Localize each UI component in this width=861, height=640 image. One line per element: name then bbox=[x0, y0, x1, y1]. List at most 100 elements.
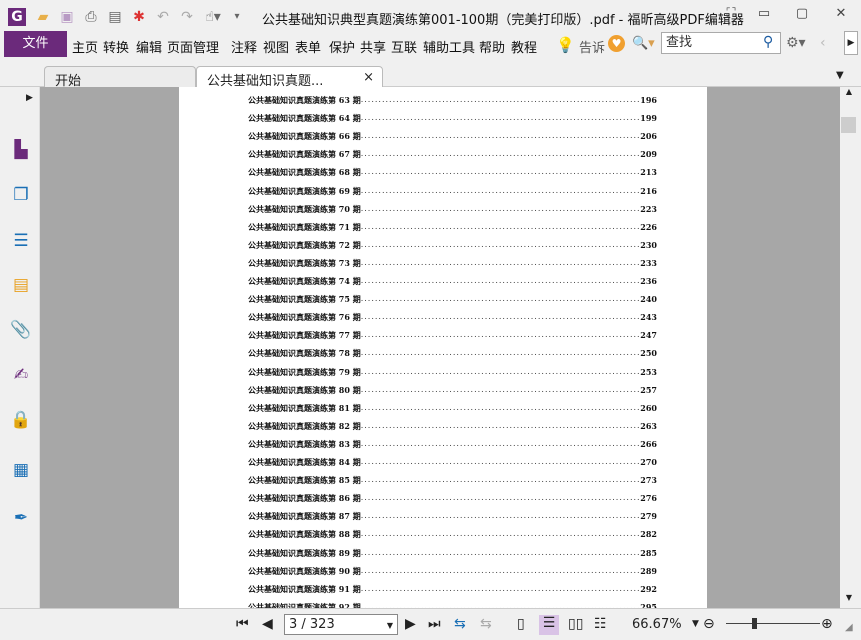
toc-entry[interactable]: 公共基础知识真题演练第 76 期........................… bbox=[248, 312, 657, 326]
menu-item[interactable]: 视图 bbox=[263, 37, 289, 56]
next-page-button[interactable]: ▶ bbox=[405, 616, 416, 632]
close-icon[interactable]: × bbox=[363, 70, 374, 85]
zoom-slider[interactable] bbox=[726, 623, 820, 624]
close-button[interactable]: ✕ bbox=[832, 6, 850, 24]
menu-item[interactable]: 转换 bbox=[103, 37, 129, 56]
toc-entry[interactable]: 公共基础知识真题演练第 74 期........................… bbox=[248, 276, 657, 290]
menu-item[interactable]: 互联 bbox=[391, 37, 417, 56]
toc-entry[interactable]: 公共基础知识真题演练第 84 期........................… bbox=[248, 457, 657, 471]
toc-entry[interactable]: 公共基础知识真题演练第 75 期........................… bbox=[248, 294, 657, 308]
heart-icon[interactable]: ♥ bbox=[608, 35, 625, 52]
zoom-dropdown-icon[interactable]: ▼ bbox=[692, 619, 699, 629]
first-page-button[interactable]: ⏮ bbox=[236, 616, 249, 632]
continuous-view-icon[interactable]: ☰ bbox=[539, 615, 559, 635]
save-icon[interactable]: ▣ bbox=[58, 8, 76, 26]
toc-entry[interactable]: 公共基础知识真题演练第 71 期........................… bbox=[248, 222, 657, 236]
document-view[interactable]: 公共基础知识真题演练第 63 期........................… bbox=[40, 87, 840, 608]
fullscreen-icon[interactable]: ⛶ bbox=[722, 6, 740, 24]
zoom-level[interactable]: 66.67% bbox=[632, 617, 682, 632]
menu-item[interactable]: 共享 bbox=[360, 37, 386, 56]
continuous-facing-view-icon[interactable]: ☷ bbox=[594, 616, 607, 632]
menu-item[interactable]: 教程 bbox=[511, 37, 537, 56]
comments-icon[interactable]: ▤ bbox=[10, 274, 32, 296]
hand-tool-icon[interactable]: ☝▾ bbox=[204, 8, 222, 26]
signature-icon[interactable]: ✍ bbox=[10, 364, 32, 386]
last-page-button[interactable]: ⏭ bbox=[428, 616, 441, 632]
page-number-input[interactable]: 3 / 323 ▼ bbox=[284, 614, 398, 635]
minimize-button[interactable]: ▭ bbox=[755, 6, 773, 24]
tell-me[interactable]: 告诉 bbox=[579, 37, 605, 56]
next-view-icon[interactable]: ⇆ bbox=[480, 616, 492, 632]
certificate-icon[interactable]: ✒ bbox=[10, 507, 32, 529]
menu-item[interactable]: 主页 bbox=[72, 37, 98, 56]
toc-label: 公共基础知识真题演练第 67 期 bbox=[248, 149, 361, 160]
zoom-slider-thumb[interactable] bbox=[752, 618, 758, 629]
single-page-view-icon[interactable]: ▯ bbox=[517, 616, 525, 632]
previous-page-button[interactable]: ◀ bbox=[262, 616, 273, 632]
toc-entry[interactable]: 公共基础知识真题演练第 88 期........................… bbox=[248, 529, 657, 543]
print-icon[interactable]: ⎙ bbox=[82, 8, 100, 26]
toc-entry[interactable]: 公共基础知识真题演练第 78 期........................… bbox=[248, 348, 657, 362]
toc-entry[interactable]: 公共基础知识真题演练第 70 期........................… bbox=[248, 204, 657, 218]
form-fields-icon[interactable]: ▦ bbox=[10, 459, 32, 481]
customize-dropdown-icon[interactable]: ▾ bbox=[228, 8, 246, 26]
vertical-scrollbar[interactable]: ▲ ▼ bbox=[840, 87, 858, 608]
redo-icon[interactable]: ↷ bbox=[178, 8, 196, 26]
chevron-left-icon[interactable]: ‹ bbox=[820, 35, 826, 51]
find-folder-icon[interactable]: 🔍▾ bbox=[632, 36, 655, 51]
scroll-up-icon[interactable]: ▲ bbox=[840, 87, 858, 97]
toc-entry[interactable]: 公共基础知识真题演练第 81 期........................… bbox=[248, 403, 657, 417]
facing-view-icon[interactable]: ▯▯ bbox=[568, 616, 583, 632]
toc-entry[interactable]: 公共基础知识真题演练第 69 期........................… bbox=[248, 186, 657, 200]
toc-entry[interactable]: 公共基础知识真题演练第 72 期........................… bbox=[248, 240, 657, 254]
file-menu[interactable]: 文件 bbox=[4, 31, 67, 57]
tab-document[interactable]: 公共基础知识真题... × bbox=[196, 66, 383, 89]
toc-entry[interactable]: 公共基础知识真题演练第 66 期........................… bbox=[248, 131, 657, 145]
layers-icon[interactable]: ☰ bbox=[10, 230, 32, 252]
menu-item[interactable]: 帮助 bbox=[479, 37, 505, 56]
toc-entry[interactable]: 公共基础知识真题演练第 68 期........................… bbox=[248, 167, 657, 181]
previous-view-icon[interactable]: ⇆ bbox=[454, 616, 466, 632]
menu-item[interactable]: 辅助工具 bbox=[423, 37, 475, 56]
zoom-out-button[interactable]: ⊖ bbox=[703, 616, 715, 632]
menu-item[interactable]: 表单 bbox=[295, 37, 321, 56]
toc-entry[interactable]: 公共基础知识真题演练第 80 期........................… bbox=[248, 385, 657, 399]
search-icon[interactable]: ⚲ bbox=[763, 34, 773, 50]
ribbon-scroll-right[interactable]: ▶ bbox=[844, 31, 858, 55]
toc-entry[interactable]: 公共基础知识真题演练第 89 期........................… bbox=[248, 548, 657, 562]
toc-entry[interactable]: 公共基础知识真题演练第 63 期........................… bbox=[248, 95, 657, 109]
toc-entry[interactable]: 公共基础知识真题演练第 79 期........................… bbox=[248, 367, 657, 381]
lock-icon[interactable]: 🔒 bbox=[10, 409, 32, 431]
expand-panel-icon[interactable]: ▶ bbox=[26, 93, 33, 103]
toc-entry[interactable]: 公共基础知识真题演练第 85 期........................… bbox=[248, 475, 657, 489]
toc-entry[interactable]: 公共基础知识真题演练第 86 期........................… bbox=[248, 493, 657, 507]
menu-item[interactable]: 编辑 bbox=[136, 37, 162, 56]
undo-icon[interactable]: ↶ bbox=[154, 8, 172, 26]
toc-entry[interactable]: 公共基础知识真题演练第 82 期........................… bbox=[248, 421, 657, 435]
toc-entry[interactable]: 公共基础知识真题演练第 64 期........................… bbox=[248, 113, 657, 127]
toc-entry[interactable]: 公共基础知识真题演练第 67 期........................… bbox=[248, 149, 657, 163]
zoom-in-button[interactable]: ⊕ bbox=[821, 616, 833, 632]
pages-thumbnail-icon[interactable]: ❐ bbox=[10, 184, 32, 206]
menu-item[interactable]: 注释 bbox=[231, 37, 257, 56]
toc-entry[interactable]: 公共基础知识真题演练第 77 期........................… bbox=[248, 330, 657, 344]
toc-entry[interactable]: 公共基础知识真题演练第 83 期........................… bbox=[248, 439, 657, 453]
toc-entry[interactable]: 公共基础知识真题演练第 91 期........................… bbox=[248, 584, 657, 598]
toc-entry[interactable]: 公共基础知识真题演练第 87 期........................… bbox=[248, 511, 657, 525]
tab-start[interactable]: 开始 bbox=[44, 66, 196, 89]
attachment-icon[interactable]: 📎 bbox=[10, 319, 32, 341]
resize-grip[interactable]: ◢ bbox=[845, 622, 853, 633]
scroll-thumb[interactable] bbox=[841, 117, 856, 133]
toc-entry[interactable]: 公共基础知识真题演练第 73 期........................… bbox=[248, 258, 657, 272]
gear-icon[interactable]: ⚙▾ bbox=[786, 35, 806, 51]
menu-item[interactable]: 保护 bbox=[329, 37, 355, 56]
open-icon[interactable]: ▰ bbox=[34, 8, 52, 26]
scroll-down-icon[interactable]: ▼ bbox=[840, 593, 858, 605]
new-icon[interactable]: ✱ bbox=[130, 8, 148, 26]
bookmark-icon[interactable]: ▙ bbox=[10, 139, 32, 161]
tab-list-dropdown-icon[interactable]: ▼ bbox=[836, 70, 844, 81]
menu-item[interactable]: 页面管理 bbox=[167, 37, 219, 56]
properties-icon[interactable]: ▤ bbox=[106, 8, 124, 26]
toc-entry[interactable]: 公共基础知识真题演练第 90 期........................… bbox=[248, 566, 657, 580]
maximize-button[interactable]: ▢ bbox=[793, 6, 811, 24]
